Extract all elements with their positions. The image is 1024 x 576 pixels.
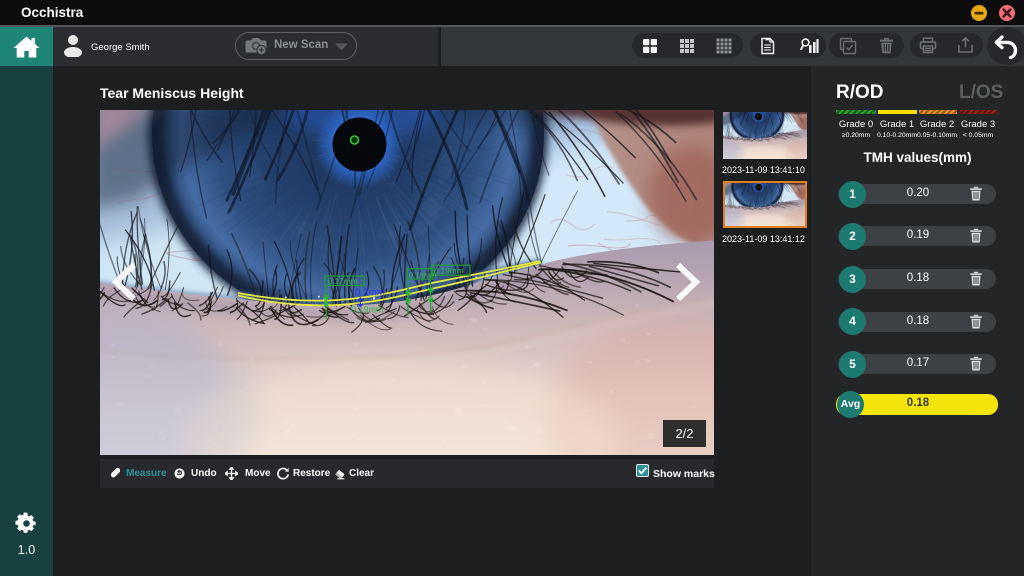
- svg-text:0.19mm: 0.19mm: [434, 266, 464, 276]
- svg-text:0.18mm: 0.18mm: [409, 270, 436, 279]
- svg-text:0.19mm: 0.19mm: [351, 305, 384, 315]
- svg-text:0.2mm: 0.2mm: [355, 288, 385, 299]
- svg-text:0.17mm: 0.17mm: [328, 276, 358, 286]
